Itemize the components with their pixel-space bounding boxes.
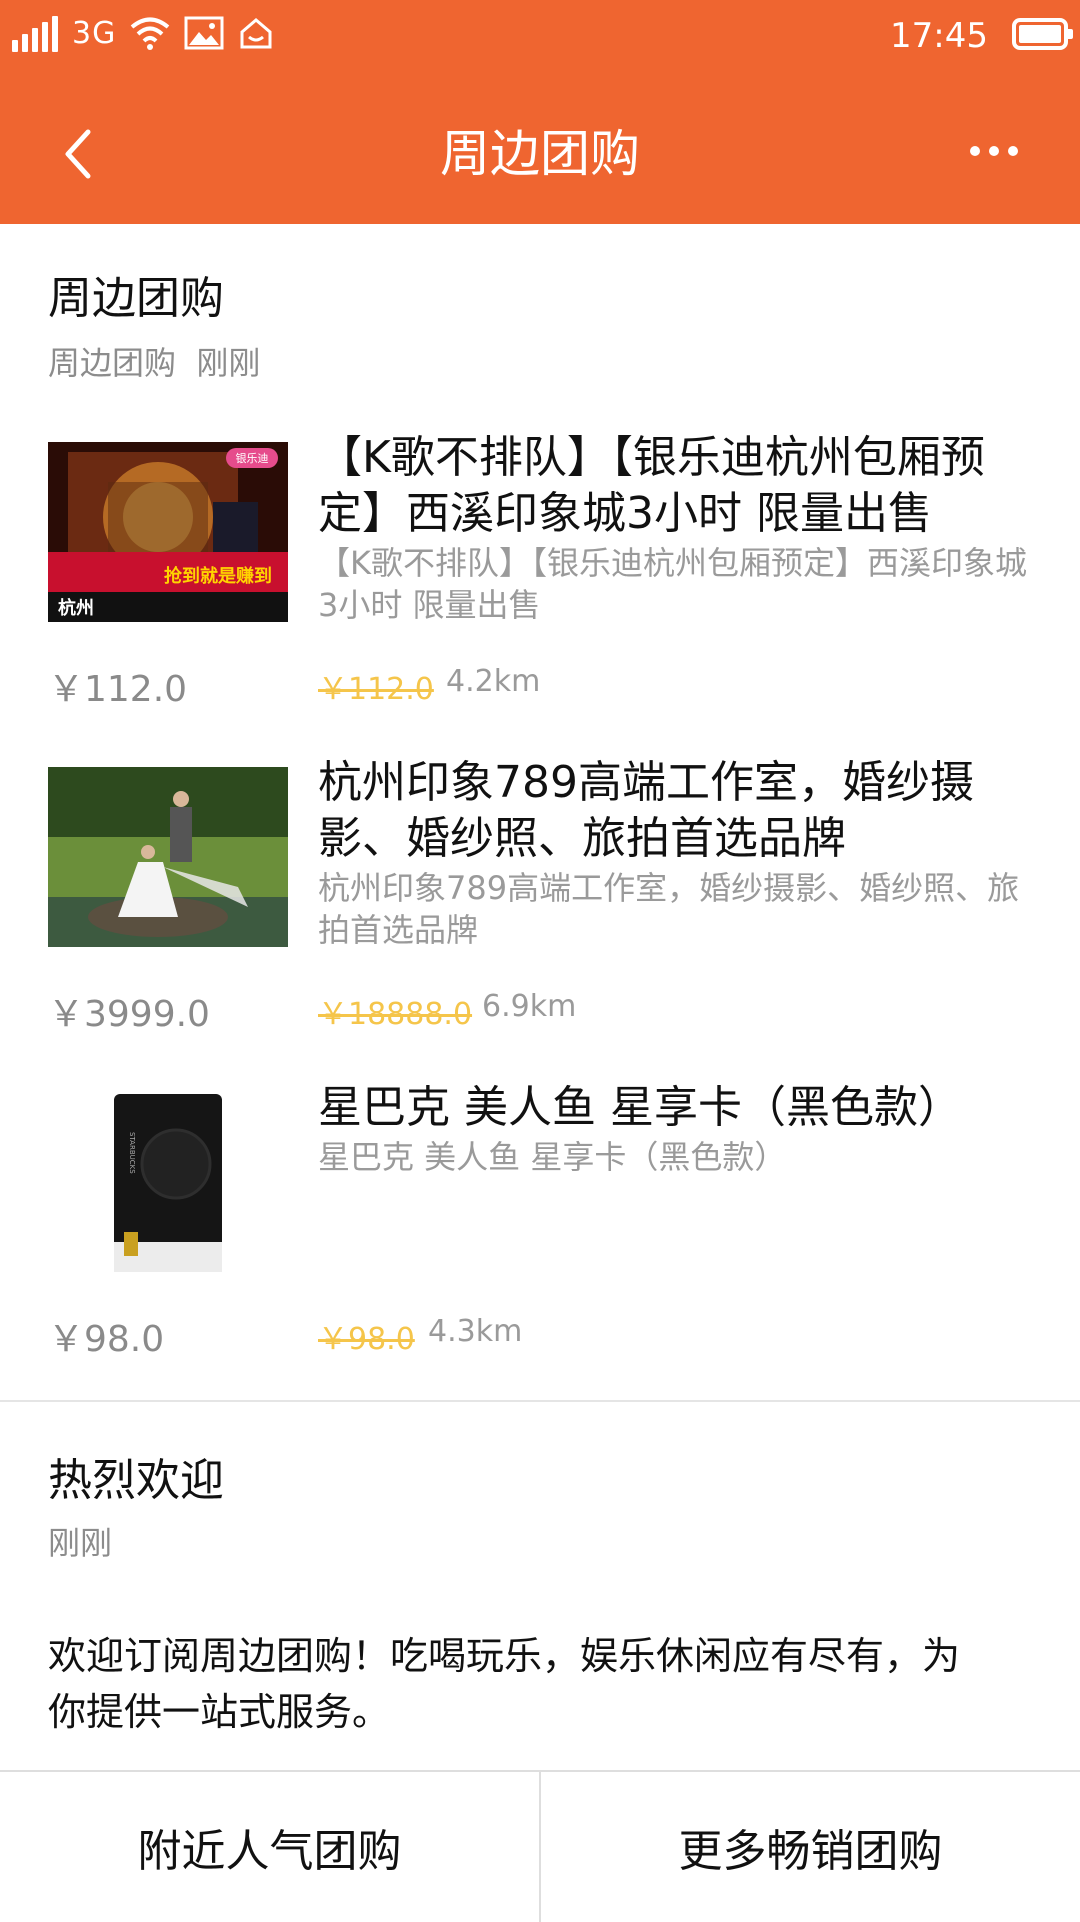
deal-thumbnail	[48, 767, 288, 947]
bottom-menu: 附近人气团购 更多畅销团购	[0, 1770, 1080, 1922]
image-icon	[184, 16, 224, 50]
deal-title: 星巴克 美人鱼 星享卡（黑色款）	[318, 1082, 962, 1133]
deal-description: 【K歌不排队】【银乐迪杭州包厢预定】西溪印象城3小时 限量出售	[318, 544, 1027, 624]
battery-icon	[1012, 18, 1073, 50]
card-title: 热烈欢迎	[48, 1455, 224, 1506]
network-type: 3G	[72, 15, 117, 51]
deal-distance: 6.9km	[482, 989, 577, 1024]
wifi-icon	[131, 17, 170, 50]
deal-description: 杭州印象789高端工作室，婚纱摄影、婚纱照、旅拍首选品牌	[318, 869, 1020, 949]
nearby-popular-deals-button[interactable]: 附近人气团购	[0, 1772, 541, 1922]
card-divider	[0, 1400, 1080, 1402]
header-bar: 3G 17:45 周边团购	[0, 0, 1080, 224]
deal-original-price: ￥98.0	[318, 1322, 415, 1357]
card-source: 周边团购	[48, 344, 177, 382]
clock: 17:45	[890, 16, 988, 56]
status-bar: 3G 17:45	[0, 0, 1080, 78]
home-app-icon	[240, 18, 272, 49]
deal-text: 【K歌不排队】【银乐迪杭州包厢预定】西溪印象城3小时 限量出售 【K歌不排队】【…	[318, 430, 1038, 626]
more-options-icon[interactable]	[970, 136, 1030, 166]
svg-text:STARBUCKS: STARBUCKS	[128, 1132, 136, 1174]
deal-description: 星巴克 美人鱼 星享卡（黑色款）	[318, 1138, 787, 1176]
deal-price: ￥3999.0	[48, 994, 210, 1035]
card-time: 刚刚	[48, 1524, 113, 1562]
card-time: 刚刚	[196, 344, 261, 382]
deal-thumbnail: STARBUCKS	[48, 1092, 288, 1272]
page-title: 周边团购	[440, 125, 640, 183]
deal-text: 杭州印象789高端工作室，婚纱摄影、婚纱照、旅拍首选品牌 杭州印象789高端工作…	[318, 755, 1038, 951]
more-bestselling-deals-button[interactable]: 更多畅销团购	[541, 1772, 1080, 1922]
nav-bar: 周边团购	[0, 78, 1080, 224]
thumb-badge-text: 银乐迪	[236, 451, 269, 465]
deal-price: ￥112.0	[48, 669, 188, 710]
thumb-banner-text: 抢到就是赚到	[164, 565, 272, 587]
deal-thumbnail: 银乐迪 抢到就是赚到 杭州	[48, 442, 288, 622]
deal-title: 【K歌不排队】【银乐迪杭州包厢预定】西溪印象城3小时 限量出售	[318, 432, 985, 539]
deal-title: 杭州印象789高端工作室，婚纱摄影、婚纱照、旅拍首选品牌	[318, 757, 974, 864]
status-icons: 3G	[12, 14, 274, 52]
deal-original-price: ￥18888.0	[318, 997, 473, 1032]
deal-distance: 4.2km	[446, 664, 541, 699]
signal-icon	[12, 14, 58, 52]
deal-text: 星巴克 美人鱼 星享卡（黑色款） 星巴克 美人鱼 星享卡（黑色款）	[318, 1080, 1038, 1178]
thumb-city-text: 杭州	[58, 597, 94, 619]
deal-original-price: ￥112.0	[318, 672, 434, 707]
deal-distance: 4.3km	[428, 1314, 523, 1349]
deal-price: ￥98.0	[48, 1319, 165, 1360]
card-meta: 周边团购 刚刚	[48, 338, 260, 384]
card-body-text: 欢迎订阅周边团购！吃喝玩乐，娱乐休闲应有尽有，为你提供一站式服务。	[48, 1634, 961, 1734]
card-title: 周边团购	[48, 273, 224, 324]
